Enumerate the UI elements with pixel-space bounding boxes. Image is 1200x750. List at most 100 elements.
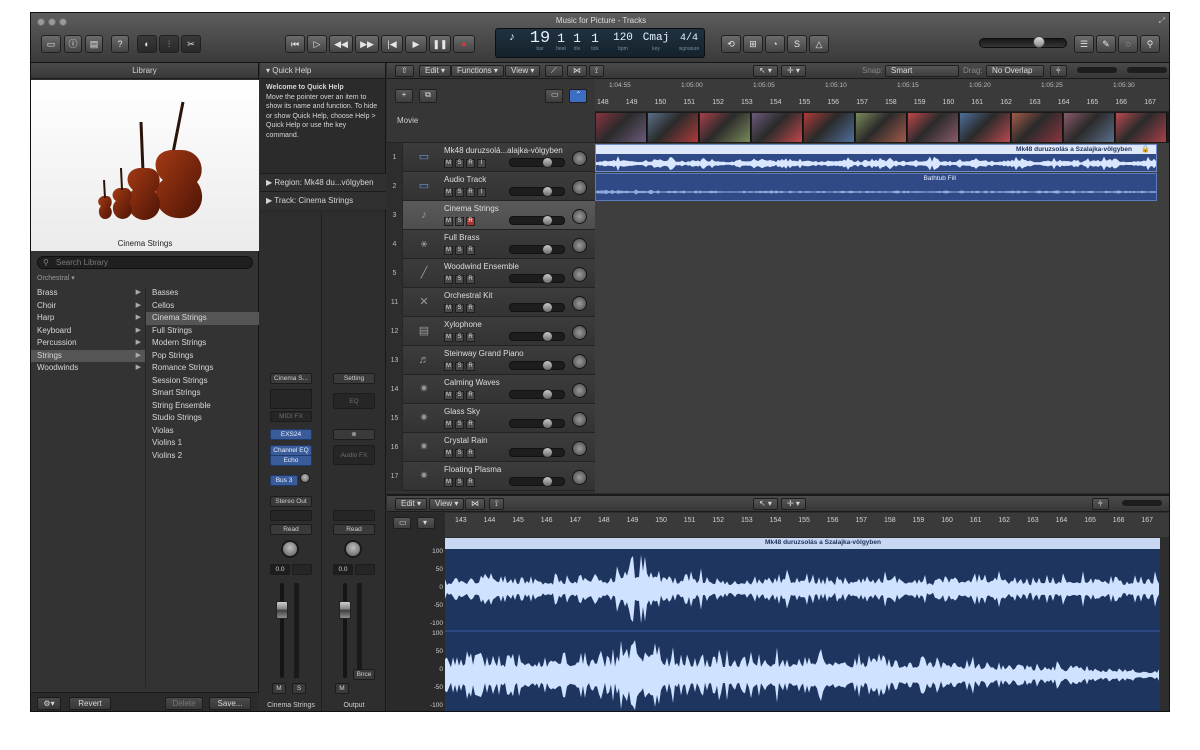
editor-flex-button[interactable]: ⋈ [465, 498, 485, 510]
solo-button[interactable]: S [787, 35, 807, 53]
library-category-item[interactable]: Harp ▶ [31, 312, 145, 325]
pointer-tool-menu[interactable]: ↖ ▾ [753, 65, 778, 77]
track-header[interactable]: 16 ✷ Crystal Rain M S R [387, 433, 595, 462]
library-patch-item[interactable]: Violas [146, 425, 259, 438]
output-audio-fx-slot[interactable]: Audio FX [333, 445, 375, 465]
audio-region-mk48[interactable]: Mk48 duruzsolás a Szalajka-völgyben 🔒 [595, 144, 1157, 172]
solo-button[interactable]: S [455, 159, 464, 168]
solo-button[interactable]: S [455, 217, 464, 226]
input-monitor-button[interactable]: I [477, 159, 486, 168]
track-volume-knob[interactable] [542, 476, 553, 487]
track-header[interactable]: 14 ✷ Calming Waves M S R [387, 375, 595, 404]
add-track-button[interactable]: + [395, 89, 413, 103]
region-inspector-disclosure[interactable]: ▶ Region: Mk48 du...völgyben [260, 173, 386, 191]
track-name[interactable]: Full Brass [444, 233, 480, 242]
pan-knob[interactable] [281, 540, 299, 558]
setting-button[interactable]: Cinema S... [270, 373, 312, 384]
output-setting-button[interactable]: Setting [333, 373, 375, 384]
solo-button[interactable]: S [455, 246, 464, 255]
flex-button[interactable]: ⋈ [567, 65, 587, 77]
automation-mode-button[interactable]: Read [270, 524, 312, 535]
editor-view-menu[interactable]: View ▾ [429, 498, 465, 510]
library-search-input[interactable]: ⚲ Search Library [37, 256, 253, 269]
track-volume-slider[interactable] [509, 332, 565, 341]
output-slot[interactable]: Stereo Out [270, 496, 312, 507]
record-enable-button[interactable]: R [466, 188, 475, 197]
new-folder-icon[interactable]: ⧉ [419, 89, 437, 103]
record-enable-button[interactable]: R [466, 362, 475, 371]
editor-link-button[interactable]: ▭ [393, 517, 411, 529]
mute-button[interactable]: M [444, 275, 453, 284]
track-pan-knob[interactable] [572, 267, 587, 282]
revert-button[interactable]: Revert [69, 697, 111, 710]
track-volume-slider[interactable] [509, 390, 565, 399]
volume-fader-cap[interactable] [276, 601, 288, 619]
library-patch-item[interactable]: Full Strings [146, 325, 259, 338]
solo-button[interactable]: S [455, 275, 464, 284]
track-volume-slider[interactable] [509, 361, 565, 370]
solo-button[interactable]: S [455, 188, 464, 197]
mute-button[interactable]: M [444, 362, 453, 371]
record-button[interactable]: ● [453, 35, 475, 53]
library-category-item[interactable]: Choir ▶ [31, 300, 145, 313]
catch-button[interactable]: ⟟ [589, 65, 604, 77]
track-pan-knob[interactable] [572, 325, 587, 340]
track-volume-slider[interactable] [509, 216, 565, 225]
record-enable-button[interactable]: R [466, 478, 475, 487]
midi-fx-slot[interactable]: MIDI FX [270, 411, 312, 422]
track-volume-knob[interactable] [542, 157, 553, 168]
track-header[interactable]: 15 ✷ Glass Sky M S R [387, 404, 595, 433]
track-name[interactable]: Woodwind Ensemble [444, 262, 519, 271]
solo-button[interactable]: S [455, 478, 464, 487]
track-volume-knob[interactable] [542, 273, 553, 284]
track-name[interactable]: Cinema Strings [444, 204, 499, 213]
mute-button[interactable]: M [444, 217, 453, 226]
track-volume-knob[interactable] [542, 186, 553, 197]
editor-options-button[interactable]: ▾ [417, 517, 435, 529]
track-name[interactable]: Glass Sky [444, 407, 480, 416]
track-pan-knob[interactable] [572, 470, 587, 485]
library-patch-item[interactable]: Modern Strings [146, 337, 259, 350]
link-icon[interactable]: ⊗ [333, 429, 375, 440]
record-enable-button[interactable]: R [466, 304, 475, 313]
mute-button[interactable]: M [444, 159, 453, 168]
send-level-knob[interactable] [300, 473, 310, 483]
delete-button[interactable]: Delete [165, 697, 203, 710]
track-volume-slider[interactable] [509, 448, 565, 457]
loop-browser-button[interactable]: ◌ [1118, 35, 1138, 53]
track-name[interactable]: Xylophone [444, 320, 482, 329]
track-header[interactable]: 13 ♬ Steinway Grand Piano M S R [387, 346, 595, 375]
bounce-button[interactable]: Bnce [353, 669, 375, 680]
editor-edit-menu[interactable]: Edit ▾ [395, 498, 428, 510]
tuner-button[interactable]: ◔ [765, 35, 785, 53]
record-enable-button[interactable]: R [466, 246, 475, 255]
record-enable-button[interactable]: R [466, 391, 475, 400]
solo-button[interactable]: S [455, 304, 464, 313]
editor-waveform-zoom[interactable]: ⫩ [1092, 498, 1109, 510]
editor-zoom-slider[interactable] [1122, 500, 1162, 506]
quick-help-header[interactable]: ▾ Quick Help [260, 63, 385, 79]
output-fader-track[interactable] [343, 583, 347, 678]
audio-region-bathtub-fill[interactable]: Bathtub Fill [595, 173, 1157, 201]
track-name[interactable]: Floating Plasma [444, 465, 501, 474]
library-patch-item[interactable]: Pop Strings [146, 350, 259, 363]
output-group-slot[interactable] [333, 510, 375, 521]
audio-fx-slot-2[interactable]: Echo [270, 455, 312, 466]
solo-button[interactable]: S [455, 391, 464, 400]
record-enable-button[interactable]: R [466, 449, 475, 458]
track-pan-knob[interactable] [572, 383, 587, 398]
mute-button[interactable]: M [444, 188, 453, 197]
track-header[interactable]: 3 ♪ Cinema Strings M S R [387, 201, 595, 230]
track-name[interactable]: Mk48 duruzsolá...alajka-völgyben [444, 146, 563, 155]
send-slot[interactable]: Bus 3 [270, 475, 298, 486]
mute-button[interactable]: M [444, 391, 453, 400]
track-name[interactable]: Calming Waves [444, 378, 500, 387]
inspector-toggle-button[interactable]: ⓘ [64, 35, 82, 53]
library-patch-item[interactable]: String Ensemble [146, 400, 259, 413]
output-volume-value[interactable]: 0.0 [333, 564, 353, 575]
library-breadcrumb[interactable]: Orchestral ▾ [37, 274, 75, 282]
track-volume-slider[interactable] [509, 477, 565, 486]
track-header[interactable]: 1 ▭ Mk48 duruzsolá...alajka-völgyben M S R I [387, 143, 595, 172]
mute-button[interactable]: M [272, 683, 286, 694]
track-volume-knob[interactable] [542, 215, 553, 226]
